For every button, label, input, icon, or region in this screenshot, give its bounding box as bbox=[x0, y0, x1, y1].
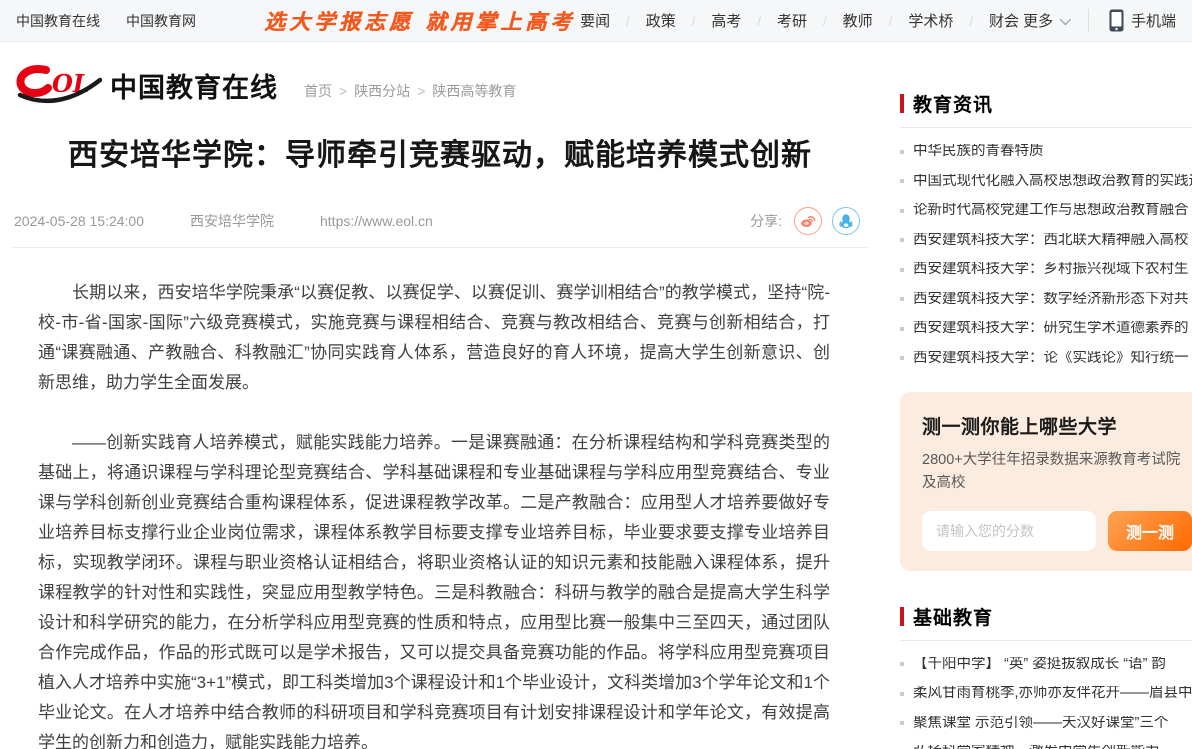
bullet-icon bbox=[900, 179, 904, 183]
article-paragraph: 长期以来，西安培华学院秉承“以赛促教、以赛促学、以赛促训、赛学训相结合”的教学模… bbox=[38, 278, 830, 398]
section-divider bbox=[900, 640, 1192, 641]
list-item[interactable]: 聚焦课堂 示范引领——天汉好课堂”三个 bbox=[900, 716, 1192, 731]
promo-title: 测一测你能上哪些大学 bbox=[922, 412, 1192, 439]
slogan-banner[interactable]: 选大学报志愿 就用掌上高考 bbox=[264, 6, 575, 36]
main-layout: OL 中国教育在线 首页 陕西分站 陕西高等教育 西安培华学院：导师牵引竞赛驱动… bbox=[0, 42, 1192, 749]
basic-education-list: 【千阳中学】 “英” 姿挺拔叙成长 “语” 韵 柔风甘雨育桃李,亦师亦友伴花开—… bbox=[900, 657, 1192, 749]
bullet-icon bbox=[900, 721, 904, 725]
brand-name[interactable]: 中国教育在线 bbox=[110, 66, 278, 105]
list-item[interactable]: 西安建筑科技大学：西北联大精神融入高校 bbox=[900, 233, 1192, 248]
top-bar: 中国教育在线 中国教育网 选大学报志愿 就用掌上高考 要闻 政策 高考 考研 教… bbox=[0, 0, 1192, 42]
nav-item-teacher[interactable]: 教师 bbox=[843, 10, 909, 31]
bullet-icon bbox=[900, 297, 904, 301]
nav-item-news[interactable]: 要闻 bbox=[580, 10, 646, 31]
page-title: 西安培华学院：导师牵引竞赛驱动，赋能培养模式创新 bbox=[42, 136, 838, 177]
list-item[interactable]: 西安建筑科技大学：数字经济新形态下对共 bbox=[900, 292, 1192, 307]
section-heading-news: 教育资讯 bbox=[900, 90, 1192, 117]
list-item-label: 西安建筑科技大学：数字经济新形态下对共 bbox=[913, 292, 1189, 307]
promo-form: 测一测 bbox=[922, 511, 1192, 551]
nav-item-kaoyan[interactable]: 考研 bbox=[777, 10, 843, 31]
list-item[interactable]: 中华民族的青春特质 bbox=[900, 144, 1192, 159]
bullet-icon bbox=[900, 692, 904, 696]
topbar-link-eol[interactable]: 中国教育在线 bbox=[16, 11, 100, 31]
list-item-label: 西安建筑科技大学：西北联大精神融入高校 bbox=[913, 233, 1189, 248]
site-header: OL 中国教育在线 首页 陕西分站 陕西高等教育 bbox=[12, 42, 868, 114]
list-item[interactable]: 【千阳中学】 “英” 姿挺拔叙成长 “语” 韵 bbox=[900, 657, 1192, 672]
share-label: 分享: bbox=[750, 211, 782, 231]
breadcrumb-shaanxi[interactable]: 陕西分站 bbox=[354, 81, 432, 101]
list-item-label: 柔风甘雨育桃李,亦师亦友伴花开——眉县中 bbox=[913, 686, 1192, 701]
nav-item-policy[interactable]: 政策 bbox=[646, 10, 712, 31]
more-label: 更多 bbox=[1023, 10, 1053, 31]
bullet-icon bbox=[900, 327, 904, 331]
list-item-label: 聚焦课堂 示范引领——天汉好课堂”三个 bbox=[913, 716, 1168, 731]
section-title: 教育资讯 bbox=[913, 90, 993, 117]
breadcrumb-higher-edu: 陕西高等教育 bbox=[432, 81, 516, 101]
svg-text:OL: OL bbox=[52, 69, 90, 98]
bullet-icon bbox=[900, 209, 904, 213]
basic-education-section: 基础教育 【千阳中学】 “英” 姿挺拔叙成长 “语” 韵 柔风甘雨育桃李,亦师亦… bbox=[900, 603, 1192, 749]
chevron-down-icon bbox=[1060, 13, 1071, 24]
list-item[interactable]: 柔风甘雨育桃李,亦师亦友伴花开——眉县中 bbox=[900, 686, 1192, 701]
nav-item-gaokao[interactable]: 高考 bbox=[711, 10, 777, 31]
breadcrumb-home[interactable]: 首页 bbox=[304, 81, 354, 101]
more-menu[interactable]: 更多 bbox=[1023, 10, 1068, 31]
article-source: 西安培华学院 bbox=[190, 211, 274, 231]
list-item-label: 中国式现代化融入高校思想政治教育的实践遵 bbox=[913, 174, 1192, 189]
mobile-link[interactable]: 手机端 bbox=[1088, 9, 1176, 32]
section-heading-basic: 基础教育 bbox=[900, 603, 1192, 630]
qq-penguin-icon bbox=[837, 212, 855, 230]
list-item-label: 中华民族的青春特质 bbox=[913, 144, 1044, 159]
list-item-label: 西安建筑科技大学：乡村振兴视域下农村生 bbox=[913, 262, 1189, 277]
list-item[interactable]: 西安建筑科技大学：乡村振兴视域下农村生 bbox=[900, 262, 1192, 277]
article-column: OL 中国教育在线 首页 陕西分站 陕西高等教育 西安培华学院：导师牵引竞赛驱动… bbox=[0, 42, 868, 749]
list-item[interactable]: 论新时代高校党建工作与思想政治教育融合 bbox=[900, 203, 1192, 218]
test-button[interactable]: 测一测 bbox=[1108, 511, 1192, 551]
qq-share-button[interactable] bbox=[832, 207, 860, 235]
publish-date: 2024-05-28 15:24:00 bbox=[14, 213, 144, 229]
list-item-label: 【千阳中学】 “英” 姿挺拔叙成长 “语” 韵 bbox=[913, 657, 1166, 672]
score-test-card: 测一测你能上哪些大学 2800+大学往年招录数据来源教育考试院及高校 测一测 bbox=[900, 392, 1192, 571]
list-item[interactable]: 中国式现代化融入高校思想政治教育的实践遵 bbox=[900, 174, 1192, 189]
promo-description: 2800+大学往年招录数据来源教育考试院及高校 bbox=[922, 449, 1192, 495]
bullet-icon bbox=[900, 268, 904, 272]
score-input[interactable] bbox=[922, 511, 1096, 551]
bullet-icon bbox=[900, 150, 904, 154]
article-paragraph: ——创新实践育人培养模式，赋能实践能力培养。一是课赛融通：在分析课程结构和学科竞… bbox=[38, 428, 830, 749]
list-item[interactable]: 西安建筑科技大学：论《实践论》知行统一 bbox=[900, 351, 1192, 366]
nav-item-caikuai[interactable]: 财会 bbox=[989, 10, 1019, 31]
breadcrumb: 首页 陕西分站 陕西高等教育 bbox=[304, 81, 516, 101]
share-group: 分享: bbox=[750, 207, 860, 235]
article-body: 长期以来，西安培华学院秉承“以赛促教、以赛促学、以赛促训、赛学训相结合”的教学模… bbox=[12, 248, 868, 749]
bullet-icon bbox=[900, 662, 904, 666]
mobile-label: 手机端 bbox=[1131, 10, 1176, 31]
red-bar-icon bbox=[900, 607, 904, 626]
article-meta: 2024-05-28 15:24:00 西安培华学院 https://www.e… bbox=[12, 207, 868, 247]
list-item[interactable]: 弘扬科学家精神，激发中学生创新能力 —— bbox=[900, 745, 1192, 749]
news-list: 中华民族的青春特质 中国式现代化融入高校思想政治教育的实践遵 论新时代高校党建工… bbox=[900, 144, 1192, 366]
topbar-nav: 要闻 政策 高考 考研 教师 学术桥 财会 更多 手机端 bbox=[580, 9, 1176, 32]
sidebar: 教育资讯 中华民族的青春特质 中国式现代化融入高校思想政治教育的实践遵 论新时代… bbox=[900, 42, 1192, 749]
section-divider bbox=[900, 127, 1192, 128]
bullet-icon bbox=[900, 238, 904, 242]
phone-icon bbox=[1109, 9, 1124, 32]
section-title: 基础教育 bbox=[913, 603, 993, 630]
topbar-link-edunet[interactable]: 中国教育网 bbox=[126, 11, 196, 31]
list-item[interactable]: 西安建筑科技大学：研究生学术道德素养的 bbox=[900, 321, 1192, 336]
list-item-label: 西安建筑科技大学：研究生学术道德素养的 bbox=[913, 321, 1189, 336]
list-item-label: 西安建筑科技大学：论《实践论》知行统一 bbox=[913, 351, 1189, 366]
list-item-label: 弘扬科学家精神，激发中学生创新能力 —— bbox=[913, 745, 1192, 749]
source-url[interactable]: https://www.eol.cn bbox=[320, 213, 433, 229]
bullet-icon bbox=[900, 356, 904, 360]
list-item-label: 论新时代高校党建工作与思想政治教育融合 bbox=[913, 203, 1189, 218]
nav-item-xueshuqiao[interactable]: 学术桥 bbox=[908, 10, 989, 31]
eol-logo[interactable]: OL bbox=[16, 62, 102, 108]
weibo-icon bbox=[799, 212, 817, 230]
red-bar-icon bbox=[900, 94, 904, 113]
weibo-share-button[interactable] bbox=[794, 207, 822, 235]
